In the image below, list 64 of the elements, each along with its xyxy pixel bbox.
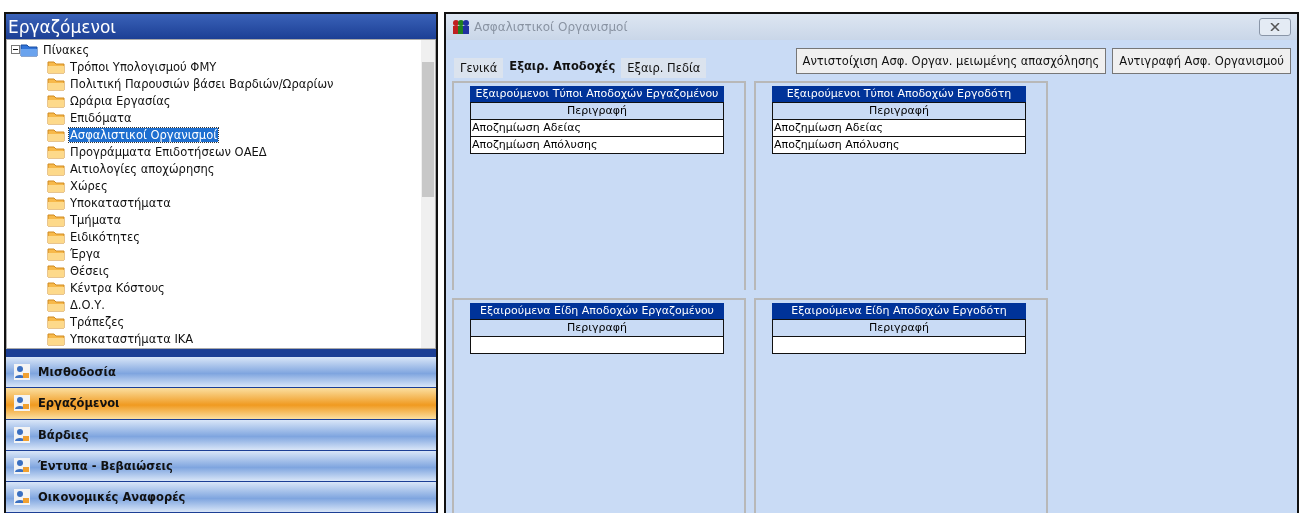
folder-icon: [47, 93, 65, 108]
panel-title: Εξαιρούμενοι Τύποι Αποδοχών Εργαζομένου: [470, 86, 724, 102]
folder-icon: [47, 331, 65, 346]
column-header: Περιγραφή: [773, 103, 1025, 120]
tree-item[interactable]: Ασφαλιστικοί Οργανισμοί: [69, 127, 219, 142]
folder-icon: [47, 212, 65, 227]
tree-item[interactable]: Τρόποι Υπολογισμού ΦΜΥ: [69, 59, 218, 74]
tree-item[interactable]: Πολιτική Παρουσιών βάσει Βαρδιών/Ωραρίων: [69, 76, 335, 91]
folder-icon: [47, 161, 65, 176]
action-button[interactable]: Αντιστοίχιση Ασφ. Οργαν. μειωμένης απασχόλησης: [795, 48, 1107, 74]
folder-icon: [47, 110, 65, 125]
panel-title: Εξαιρούμενοι Τύποι Αποδοχών Εργοδότη: [772, 86, 1026, 102]
folder-icon: [20, 42, 38, 57]
tree-item[interactable]: Έργα: [69, 246, 102, 261]
folder-icon: [47, 297, 65, 312]
nav-button[interactable]: Οικονομικές Αναφορές: [6, 481, 436, 513]
column-header: Περιγραφή: [773, 320, 1025, 337]
panel-title: Εξαιρούμενα Είδη Αποδοχών Εργαζομένου: [470, 303, 724, 319]
table-cell: Αποζημίωση Απόλυσης: [773, 137, 1025, 153]
column-header: Περιγραφή: [471, 320, 723, 337]
tree-item[interactable]: Χώρες: [69, 178, 109, 193]
folder-icon: [47, 246, 65, 261]
action-button[interactable]: Αντιγραφή Ασφ. Οργανισμού: [1112, 48, 1291, 74]
folder-icon: [47, 280, 65, 295]
tree-item[interactable]: Θέσεις: [69, 263, 111, 278]
folder-icon: [47, 127, 65, 142]
folder-icon: [47, 144, 65, 159]
tree-item[interactable]: Ειδικότητες: [69, 229, 141, 244]
folder-icon: [47, 229, 65, 244]
tree-item[interactable]: Κέντρα Κόστους: [69, 280, 166, 295]
table-cell: Αποζημίωση Απόλυσης: [471, 137, 723, 153]
splitter[interactable]: [6, 348, 436, 358]
table-cell: Αποζημίωση Αδείας: [471, 120, 723, 137]
nav-button[interactable]: Εργαζόμενοι: [6, 388, 436, 420]
tree-item[interactable]: Τμήματα: [69, 212, 123, 227]
tab[interactable]: Εξαιρ. Πεδία: [621, 58, 707, 78]
tree-item[interactable]: Προγράμματα Επιδοτήσεων ΟΑΕΔ: [69, 144, 268, 159]
column-header: Περιγραφή: [471, 103, 723, 120]
scrollbar[interactable]: [421, 40, 435, 348]
close-icon: [1270, 23, 1280, 31]
folder-icon: [47, 195, 65, 210]
folder-icon: [47, 314, 65, 329]
tree-item[interactable]: Ωράρια Εργασίας: [69, 93, 172, 108]
folder-icon: [47, 76, 65, 91]
tree-item[interactable]: Υποκαταστήματα ΙΚΑ: [69, 331, 195, 346]
tab[interactable]: Γενικά: [454, 58, 504, 78]
tree-item[interactable]: Υποκαταστήματα: [69, 195, 172, 210]
tree-item[interactable]: Πίνακες: [42, 42, 91, 57]
nav-button[interactable]: Μισθοδοσία: [6, 357, 436, 389]
nav-button[interactable]: Έντυπα - Βεβαιώσεις: [6, 450, 436, 482]
panel-title: Εξαιρούμενα Είδη Αποδοχών Εργοδότη: [772, 303, 1026, 319]
table-cell: Αποζημίωση Αδείας: [773, 120, 1025, 137]
tree-item[interactable]: Αιτιολογίες αποχώρησης: [69, 161, 216, 176]
tree-item[interactable]: Δ.Ο.Υ.: [69, 297, 106, 312]
folder-icon: [47, 263, 65, 278]
window-title: Ασφαλιστικοί Οργανισμοί: [474, 20, 629, 34]
sidebar-title: Εργαζόμενοι: [6, 14, 436, 40]
folder-icon: [47, 59, 65, 74]
tree-item[interactable]: Επιδόματα: [69, 110, 133, 125]
folder-icon: [47, 178, 65, 193]
nav-button[interactable]: Βάρδιες: [6, 419, 436, 451]
tree-item[interactable]: Τράπεζες: [69, 314, 126, 329]
collapse-toggle[interactable]: [11, 45, 20, 55]
close-button[interactable]: [1259, 18, 1291, 36]
